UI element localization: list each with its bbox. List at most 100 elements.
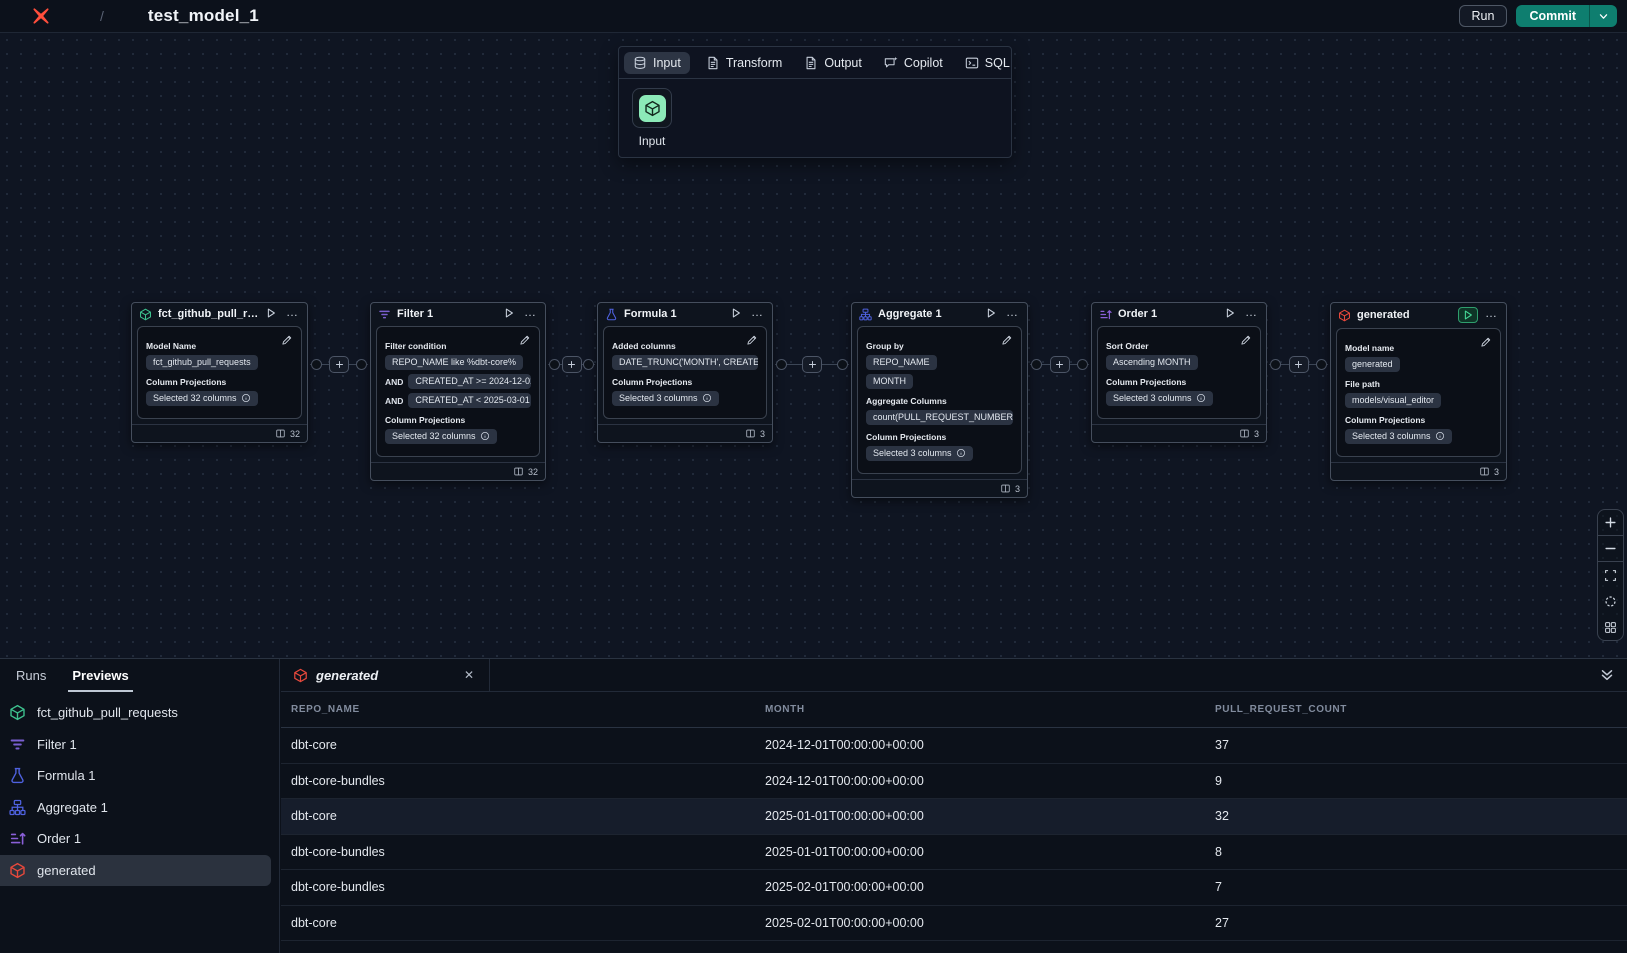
node-menu-button[interactable]: … [1484,309,1499,321]
add-node-button[interactable] [562,356,582,373]
sidebar-item-label: Formula 1 [37,768,96,783]
add-node-button[interactable] [329,356,349,373]
node-section-label: Model Name [146,341,293,351]
sidebar-item-Filter 1[interactable]: Filter 1 [0,729,279,761]
canvas-node-Filter 1[interactable]: Filter 1…Filter conditionREPO_NAME like … [370,302,546,481]
palette-tab-label: Copilot [904,56,943,70]
output-port[interactable] [1270,359,1281,370]
node-run-button[interactable] [265,307,279,321]
info-icon[interactable] [241,393,251,403]
edit-pencil-icon[interactable] [281,334,293,346]
node-run-button[interactable] [1224,307,1238,321]
node-menu-button[interactable]: … [1244,308,1259,320]
fit-view-button[interactable] [1598,562,1623,588]
canvas[interactable]: InputTransformOutputCopilotSQL Input fct… [0,33,1627,658]
canvas-node-generated[interactable]: generated…Model namegeneratedFile pathmo… [1330,302,1507,481]
table-row[interactable]: dbt-core-bundles2024-12-01T00:00:00+00:0… [281,764,1627,800]
node-header: Aggregate 1… [852,303,1027,324]
output-port[interactable] [1031,359,1042,370]
add-node-button[interactable] [1050,356,1070,373]
preview-table-header: REPO_NAMEMONTHPULL_REQUEST_COUNT [281,692,1627,728]
node-run-button[interactable] [730,307,744,321]
node-run-button[interactable] [503,307,517,321]
commit-button[interactable]: Commit [1516,5,1589,27]
canvas-node-Order 1[interactable]: Order 1…Sort OrderAscending MONTHColumn … [1091,302,1267,443]
node-menu-button[interactable]: … [750,308,765,320]
tab-runs[interactable]: Runs [16,659,46,692]
sidebar-item-Formula 1[interactable]: Formula 1 [0,760,279,792]
table-cell: 2025-01-01T00:00:00+00:00 [755,845,1205,859]
run-button[interactable]: Run [1459,5,1508,27]
input-port[interactable] [837,359,848,370]
info-icon[interactable] [702,393,712,403]
node-menu-button[interactable]: … [1005,308,1020,320]
commit-split-button[interactable]: Commit [1516,5,1617,27]
column-count: 3 [760,429,765,439]
edit-pencil-icon[interactable] [1240,334,1252,346]
zoom-in-button[interactable] [1598,510,1623,536]
node-section-label: Column Projections [866,432,1013,442]
zoom-in-icon [1604,516,1617,529]
node-card: Model Namefct_github_pull_requestsColumn… [137,326,302,419]
tab-previews[interactable]: Previews [72,659,128,692]
input-port[interactable] [356,359,367,370]
palette-tab-transform[interactable]: Transform [695,47,794,78]
palette-tab-label: Output [824,56,862,70]
info-icon[interactable] [956,448,966,458]
column-header: MONTH [755,704,1205,715]
edit-pencil-icon[interactable] [1001,334,1013,346]
node-run-button[interactable] [985,307,999,321]
chip-prefix: AND [385,396,403,406]
canvas-node-fct_github_pull_requests[interactable]: fct_github_pull_requests…Model Namefct_g… [131,302,308,443]
palette-item-input[interactable]: Input [632,88,672,148]
sidebar-item-Order 1[interactable]: Order 1 [0,823,279,855]
node-run-button[interactable] [1458,307,1478,323]
table-row[interactable]: dbt-core2024-12-01T00:00:00+00:0037 [281,728,1627,764]
tile-view-button[interactable] [1598,614,1623,640]
zoom-controls [1597,509,1624,641]
focus-view-button[interactable] [1598,588,1623,614]
table-row[interactable]: dbt-core-bundles2025-02-01T00:00:00+00:0… [281,870,1627,906]
edit-pencil-icon[interactable] [746,334,758,346]
output-port[interactable] [776,359,787,370]
info-icon[interactable] [480,431,490,441]
palette-tab-sql[interactable]: SQL [954,47,1021,78]
edit-pencil-icon[interactable] [1480,336,1492,348]
edit-pencil-icon[interactable] [519,334,531,346]
sidebar-item-fct_github_pull_requests[interactable]: fct_github_pull_requests [0,697,279,729]
add-node-button[interactable] [1289,356,1309,373]
table-row[interactable]: dbt-core2025-02-01T00:00:00+00:0027 [281,906,1627,942]
input-port[interactable] [1316,359,1327,370]
zoom-out-button[interactable] [1598,536,1623,562]
node-menu-button[interactable]: … [285,308,300,320]
collapse-panel-icon[interactable] [1599,667,1615,683]
palette-tab-input[interactable]: Input [619,47,695,78]
flask-icon [605,308,618,321]
table-row[interactable]: dbt-core-bundles2025-01-01T00:00:00+00:0… [281,835,1627,871]
node-chip: Selected 3 columns [1345,429,1452,444]
canvas-node-Aggregate 1[interactable]: Aggregate 1…Group byREPO_NAMEMONTHAggreg… [851,302,1028,498]
node-card: Group byREPO_NAMEMONTHAggregate Columnsc… [857,326,1022,474]
palette-tab-copilot[interactable]: Copilot [873,47,954,78]
close-icon[interactable]: ✕ [461,666,477,684]
palette-tab-output[interactable]: Output [793,47,873,78]
node-section-label: Group by [866,341,1013,351]
info-icon[interactable] [1196,393,1206,403]
node-header: Filter 1… [371,303,545,324]
cube-icon [644,100,661,117]
output-port[interactable] [311,359,322,370]
add-node-button[interactable] [802,356,822,373]
preview-tab-generated[interactable]: generated ✕ [281,659,490,691]
canvas-node-Formula 1[interactable]: Formula 1…Added columnsDATE_TRUNC('MONTH… [597,302,773,443]
input-port[interactable] [1077,359,1088,370]
output-port[interactable] [549,359,560,370]
info-icon[interactable] [1435,431,1445,441]
commit-dropdown-button[interactable] [1589,5,1617,27]
sidebar-item-Aggregate 1[interactable]: Aggregate 1 [0,792,279,824]
input-port[interactable] [583,359,594,370]
node-menu-button[interactable]: … [523,308,538,320]
table-row[interactable]: dbt-core2025-01-01T00:00:00+00:0032 [281,799,1627,835]
sidebar-item-generated[interactable]: generated [0,855,271,887]
cube-icon [139,308,152,321]
node-chip: Ascending MONTH [1106,355,1198,370]
